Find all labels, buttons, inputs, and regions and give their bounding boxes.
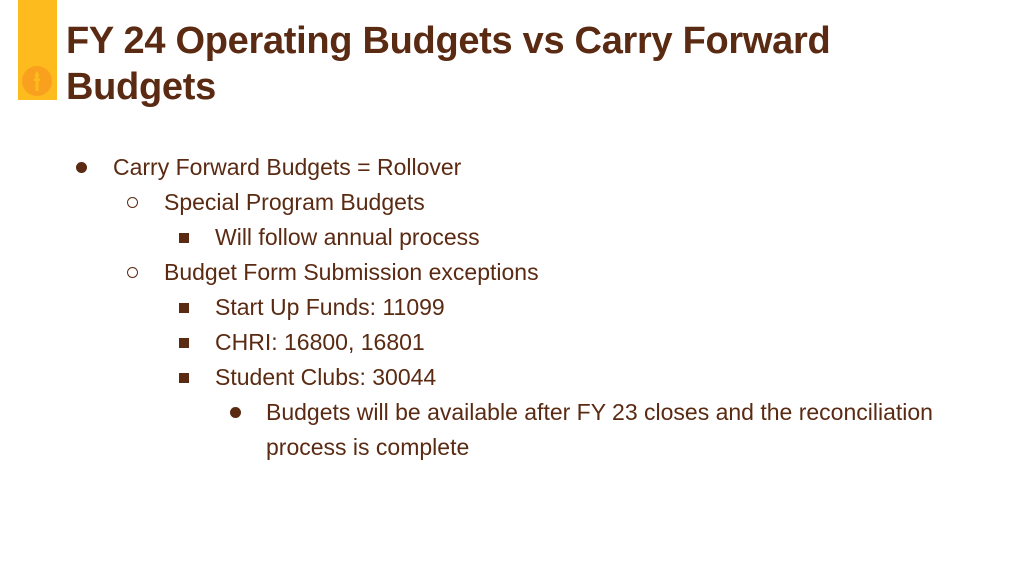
circle-bullet-icon <box>127 267 138 278</box>
bullet-text: Will follow annual process <box>215 224 480 250</box>
square-bullet-icon <box>179 303 189 313</box>
disc-bullet-icon <box>76 162 87 173</box>
bullet-text: CHRI: 16800, 16801 <box>215 329 425 355</box>
square-bullet-icon <box>179 373 189 383</box>
torch-logo-icon <box>22 66 52 96</box>
bullet-text: Student Clubs: 30044 <box>215 364 437 390</box>
bullet-text: Start Up Funds: 11099 <box>215 294 445 320</box>
disc-bullet-icon <box>230 407 241 418</box>
bullet-text: Carry Forward Budgets = Rollover <box>113 154 462 180</box>
square-bullet-icon <box>179 338 189 348</box>
square-bullet-icon <box>179 233 189 243</box>
circle-bullet-icon <box>127 197 138 208</box>
bullet-text: Budgets will be available after FY 23 cl… <box>266 399 933 460</box>
bullet-text: Special Program Budgets <box>164 189 425 215</box>
bullet-text: Budget Form Submission exceptions <box>164 259 539 285</box>
slide: FY 24 Operating Budgets vs Carry Forward… <box>0 0 1024 576</box>
slide-title: FY 24 Operating Budgets vs Carry Forward… <box>66 20 831 108</box>
